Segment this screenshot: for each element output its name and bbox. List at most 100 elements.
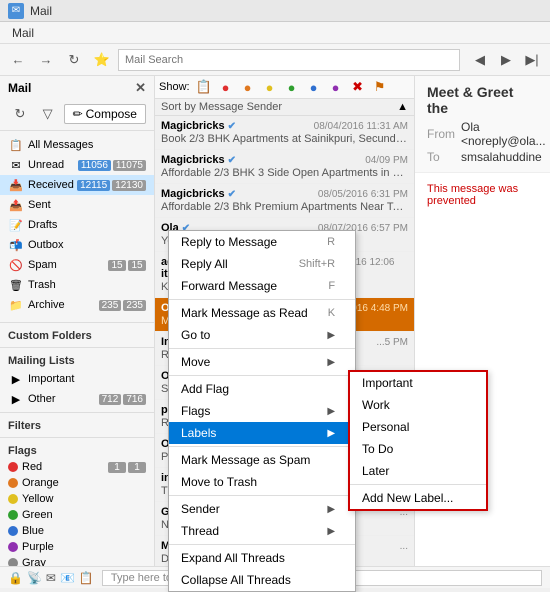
sidebar-item-sent[interactable]: 📤 Sent [0,195,154,215]
context-goto[interactable]: Go to ▶ [169,324,355,346]
sidebar-item-received[interactable]: 📥 Received 12115 12130 [0,175,154,195]
msg-filter-red[interactable]: ● [216,79,236,95]
sidebar-item-drafts[interactable]: 📝 Drafts [0,215,154,235]
msg-filter-clear[interactable]: ✖ [348,79,368,95]
sidebar-item-trash[interactable]: 🗑 Trash [0,275,154,295]
context-sender[interactable]: Sender ▶ [169,498,355,520]
sent-label: Sent [28,199,146,211]
sidebar-item-blue[interactable]: Blue [0,523,154,539]
outbox-icon: 📬 [8,237,24,253]
label-later[interactable]: Later [350,460,486,482]
search-input[interactable] [118,49,460,71]
context-reply-all[interactable]: Reply All Shift+R [169,253,355,275]
forward-button[interactable]: → [34,48,58,72]
sidebar-refresh-button[interactable]: ↻ [8,102,32,126]
spam-icon: 🚫 [8,257,24,273]
preview-meta: From Ola <noreply@ola... To smsalahuddin… [427,120,538,164]
sidebar-filter-button[interactable]: ▽ [36,102,60,126]
list-item[interactable]: Magicbricks ✔ 08/04/2016 11:31 AM Book 2… [155,116,414,150]
toolbar: ← → ↻ ⭐ ◀ ▶ ▶| [0,44,550,76]
context-mark-read-label: Mark Message as Read [181,306,308,320]
context-flags[interactable]: Flags ▶ [169,400,355,422]
custom-folders-header: Custom Folders [0,326,154,344]
label-add-new[interactable]: Add New Label... [350,487,486,509]
verified-icon: ✔ [228,189,236,200]
context-move-trash[interactable]: Move to Trash [169,471,355,493]
list-item[interactable]: Magicbricks ✔ 08/05/2016 6:31 PM Afforda… [155,184,414,218]
msg-filter-icon1[interactable]: 📋 [194,79,214,95]
menu-mail[interactable]: Mail [4,24,42,42]
message-subject: Affordable 2/3 BHK 3 Side Open Apartment… [161,167,408,179]
context-mark-read[interactable]: Mark Message as Read K [169,302,355,324]
label-add-new-text: Add New Label... [362,491,453,505]
msg-filter-flag[interactable]: ⚑ [370,79,390,95]
prevented-message: This message was prevented [427,183,518,207]
archive-icon: 📁 [8,297,24,313]
gray-flag-label: Gray [22,557,146,566]
label-important[interactable]: Important [350,372,486,394]
label-todo[interactable]: To Do [350,438,486,460]
back-button[interactable]: ← [6,48,30,72]
context-thread[interactable]: Thread ▶ [169,520,355,542]
context-mark-spam[interactable]: Mark Message as Spam [169,449,355,471]
context-reply-all-shortcut: Shift+R [299,258,335,270]
refresh-button[interactable]: ↻ [62,48,86,72]
verified-icon: ✔ [228,155,236,166]
msg-filter-purple[interactable]: ● [326,79,346,95]
sender-name: Magicbricks ✔ [161,188,236,200]
sidebar-item-unread[interactable]: ✉ Unread 11056 11075 [0,155,154,175]
nav-prev-button[interactable]: ◀ [468,48,492,72]
msg-filter-blue[interactable]: ● [304,79,324,95]
label-personal[interactable]: Personal [350,416,486,438]
context-expand-all[interactable]: Expand All Threads [169,547,355,569]
sidebar-item-red[interactable]: Red 1 1 [0,459,154,475]
sidebar-close-button[interactable]: ✕ [135,80,146,96]
status-icon-network: 📡 [27,571,42,585]
from-label: From [427,127,457,141]
spam-badge1: 15 [108,260,126,271]
sidebar-item-important[interactable]: ▶ Important [0,369,154,389]
sidebar-item-all-messages[interactable]: 📋 All Messages [0,135,154,155]
spam-badge2: 15 [128,260,146,271]
sidebar-item-yellow[interactable]: Yellow [0,491,154,507]
sidebar-item-gray[interactable]: Gray [0,555,154,566]
message-subject: Affordable 2/3 Bhk Premium Apartments Ne… [161,201,408,213]
sort-label: Sort by Message Sender [161,101,282,113]
to-value: smsalahuddine [461,150,542,164]
sidebar-item-archive[interactable]: 📁 Archive 235 235 [0,295,154,315]
sidebar-item-green[interactable]: Green [0,507,154,523]
msg-filter-green[interactable]: ● [282,79,302,95]
sidebar-item-outbox[interactable]: 📬 Outbox [0,235,154,255]
context-thread-label: Thread [181,524,219,538]
nav-last-button[interactable]: ▶| [520,48,544,72]
msg-filter-yellow[interactable]: ● [260,79,280,95]
sort-bar: Sort by Message Sender ▲ [155,99,414,116]
sidebar-item-other[interactable]: ▶ Other 712 716 [0,389,154,409]
context-reply[interactable]: Reply to Message R [169,231,355,253]
mailing-lists-header: Mailing Lists [0,351,154,369]
context-sep3 [169,375,355,376]
other-icon: ▶ [8,391,24,407]
context-add-flag[interactable]: Add Flag [169,378,355,400]
sort-arrow[interactable]: ▲ [397,101,408,113]
context-reply-label: Reply to Message [181,235,277,249]
sidebar-item-spam[interactable]: 🚫 Spam 15 15 [0,255,154,275]
context-forward[interactable]: Forward Message F [169,275,355,297]
label-work[interactable]: Work [350,394,486,416]
msg-filter-orange[interactable]: ● [238,79,258,95]
blue-flag-dot [8,526,18,536]
sidebar-item-orange[interactable]: Orange [0,475,154,491]
sidebar-item-purple[interactable]: Purple [0,539,154,555]
star-button[interactable]: ⭐ [90,48,114,72]
list-item[interactable]: Magicbricks ✔ 04/09 PM Affordable 2/3 BH… [155,150,414,184]
show-label: Show: [159,81,190,93]
labels-sep [350,484,486,485]
status-icon-lock: 🔒 [8,571,23,585]
context-labels[interactable]: Labels ▶ [169,422,355,444]
compose-button[interactable]: ✏ Compose [64,104,146,124]
nav-next-button[interactable]: ▶ [494,48,518,72]
drafts-icon: 📝 [8,217,24,233]
red-flag-badge2: 1 [128,462,146,473]
context-move[interactable]: Move ▶ [169,351,355,373]
important-label: Important [28,373,146,385]
